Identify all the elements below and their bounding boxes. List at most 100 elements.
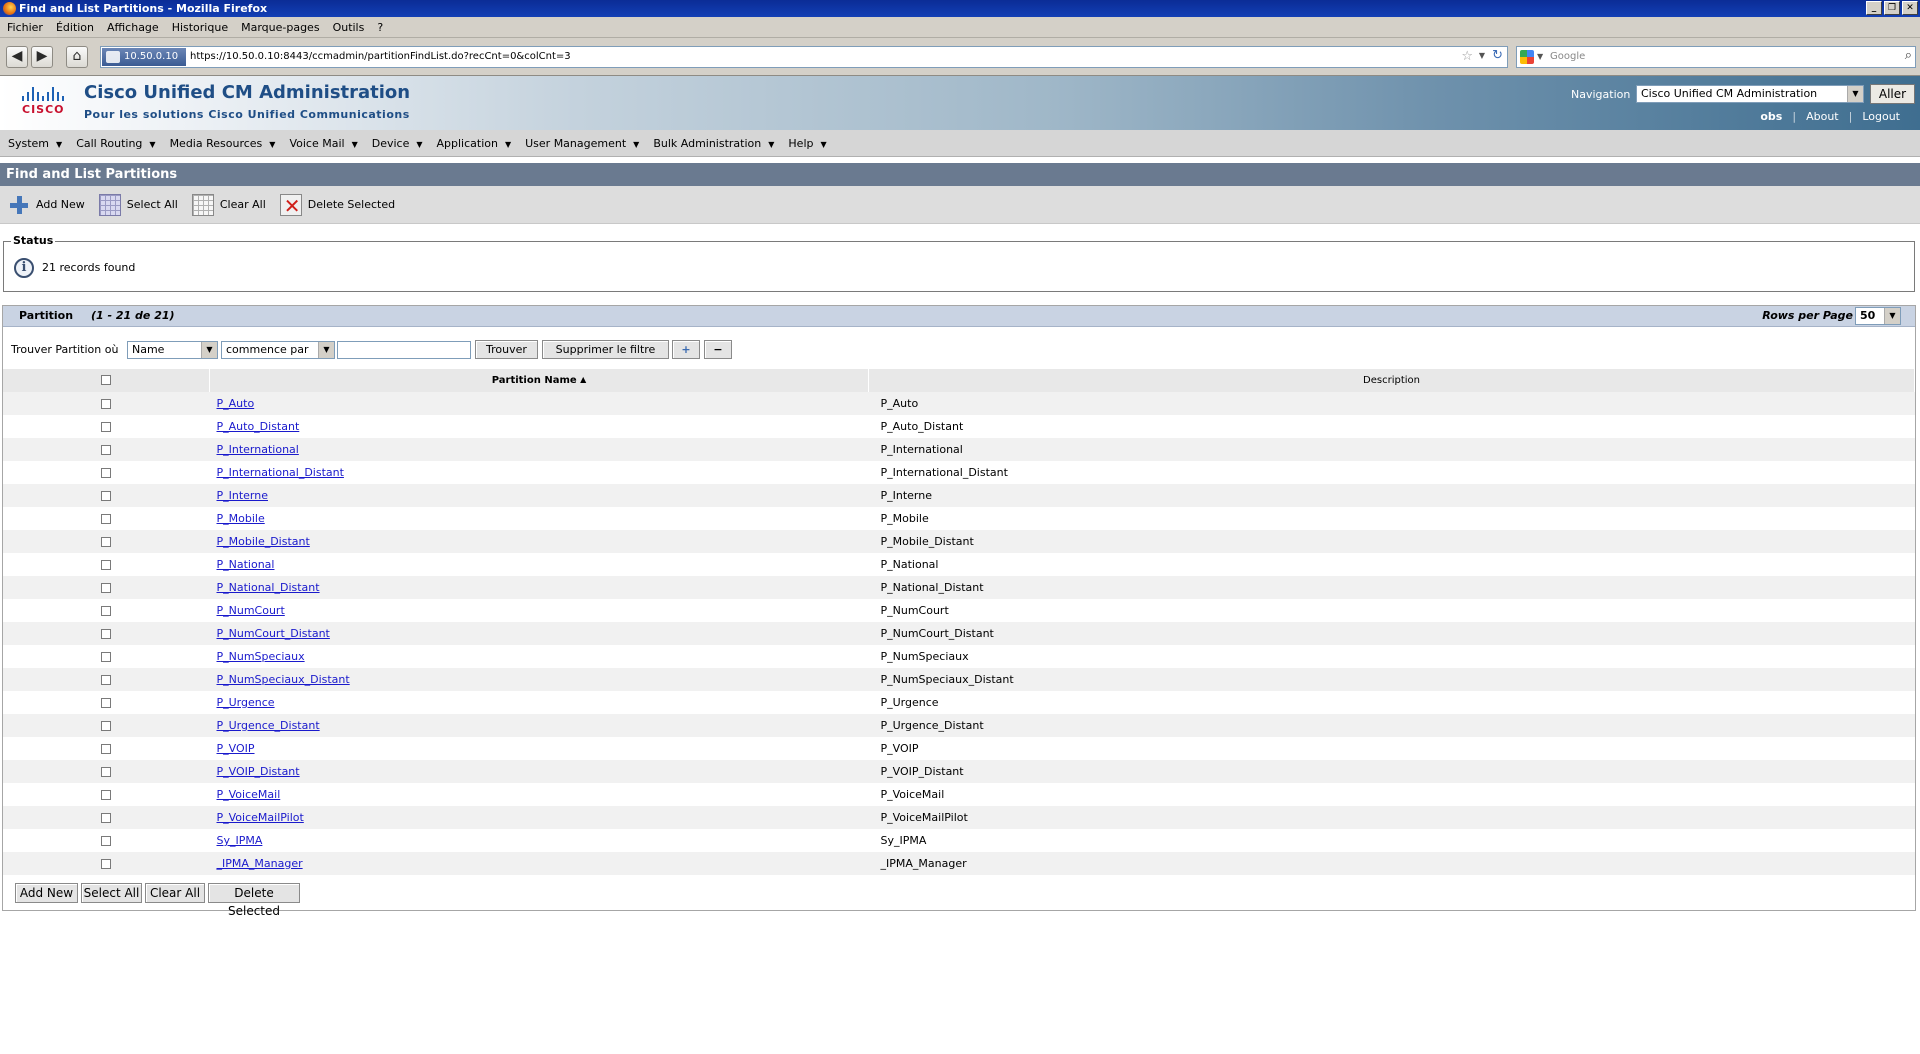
row-checkbox[interactable]	[101, 606, 112, 616]
logout-link[interactable]: Logout	[1852, 110, 1910, 123]
row-checkbox-cell	[3, 783, 210, 806]
menu-historique[interactable]: Historique	[172, 21, 228, 34]
row-checkbox[interactable]	[101, 491, 112, 501]
rows-per-page-select[interactable]: 50 ▼	[1855, 307, 1901, 325]
row-checkbox[interactable]	[101, 744, 112, 754]
row-checkbox[interactable]	[101, 583, 112, 593]
partition-name-link[interactable]: P_International	[217, 443, 299, 456]
partition-name-link[interactable]: P_Auto_Distant	[217, 420, 300, 433]
restore-button[interactable]: ❐	[1884, 1, 1900, 15]
row-checkbox[interactable]	[101, 813, 112, 823]
table-row: _IPMA_Manager _IPMA_Manager	[3, 852, 1915, 875]
partition-name-link[interactable]: P_Urgence	[217, 696, 275, 709]
select-all-bottom-button[interactable]: Select All	[81, 883, 142, 903]
partition-name-link[interactable]: _IPMA_Manager	[217, 857, 303, 870]
clear-filter-button[interactable]: Supprimer le filtre	[542, 340, 669, 359]
menu-system[interactable]: System ▼	[8, 137, 62, 150]
find-button[interactable]: Trouver	[475, 340, 538, 359]
search-input[interactable]: Google	[1550, 47, 1585, 67]
add-new-bottom-button[interactable]: Add New	[15, 883, 78, 903]
partition-name-link[interactable]: P_National	[217, 558, 275, 571]
remove-criteria-button[interactable]: −	[704, 340, 732, 359]
partition-name-link[interactable]: P_NumCourt_Distant	[217, 627, 330, 640]
row-checkbox[interactable]	[101, 836, 112, 846]
row-checkbox[interactable]	[101, 790, 112, 800]
partition-name-link[interactable]: P_Interne	[217, 489, 269, 502]
search-bar[interactable]: ▼ Google ⌕	[1516, 46, 1916, 68]
row-checkbox[interactable]	[101, 767, 112, 777]
row-checkbox[interactable]	[101, 698, 112, 708]
back-arrow-icon[interactable]: ◀	[6, 46, 28, 68]
delete-selected-button[interactable]: Delete Selected	[279, 193, 395, 218]
bookmark-star-icon[interactable]: ☆	[1461, 49, 1473, 64]
row-checkbox[interactable]	[101, 445, 112, 455]
row-checkbox[interactable]	[101, 514, 112, 524]
add-new-button[interactable]: Add New	[8, 194, 85, 216]
add-criteria-button[interactable]: +	[672, 340, 700, 359]
address-bar[interactable]: 10.50.0.10 https://10.50.0.10:8443/ccmad…	[100, 46, 1508, 68]
home-icon[interactable]: ⌂	[66, 46, 88, 68]
about-link[interactable]: About	[1796, 110, 1849, 123]
partition-name-header[interactable]: Partition Name ▲	[209, 369, 869, 392]
partition-name-link[interactable]: P_NumSpeciaux	[217, 650, 305, 663]
clear-all-bottom-button[interactable]: Clear All	[145, 883, 205, 903]
partition-name-link[interactable]: P_VOIP	[217, 742, 255, 755]
row-checkbox[interactable]	[101, 560, 112, 570]
search-magnifier-icon[interactable]: ⌕	[1905, 48, 1912, 63]
reload-icon[interactable]: ↻	[1492, 48, 1503, 63]
menu-fichier[interactable]: Fichier	[7, 21, 43, 34]
menu-call-routing[interactable]: Call Routing ▼	[76, 137, 155, 150]
row-checkbox[interactable]	[101, 422, 112, 432]
close-button[interactable]: ✕	[1902, 1, 1918, 15]
find-field-select[interactable]: Name ▼	[127, 341, 218, 359]
url-dropdown-icon[interactable]: ▼	[1479, 51, 1485, 60]
menu-device[interactable]: Device ▼	[372, 137, 423, 150]
select-all-checkbox[interactable]	[101, 375, 111, 385]
menu-outils[interactable]: Outils	[333, 21, 365, 34]
menu-bulk-administration[interactable]: Bulk Administration ▼	[653, 137, 774, 150]
select-all-button[interactable]: Select All	[98, 193, 178, 216]
partition-name-link[interactable]: P_NumSpeciaux_Distant	[217, 673, 350, 686]
search-engine-dropdown-icon[interactable]: ▼	[1537, 52, 1543, 61]
menu-help[interactable]: ?	[377, 21, 383, 34]
row-checkbox[interactable]	[101, 399, 112, 409]
delete-selected-bottom-button[interactable]: Delete Selected	[208, 883, 300, 918]
menu-user-management[interactable]: User Management ▼	[525, 137, 639, 150]
navigation-select[interactable]: Cisco Unified CM Administration ▼	[1636, 85, 1864, 103]
partition-name-link[interactable]: P_National_Distant	[217, 581, 320, 594]
menu-marque-pages[interactable]: Marque-pages	[241, 21, 319, 34]
partition-name-link[interactable]: P_Auto	[217, 397, 255, 410]
menu-help[interactable]: Help ▼	[788, 137, 826, 150]
partition-name-link[interactable]: P_VoiceMail	[217, 788, 281, 801]
menu-edition[interactable]: Édition	[56, 21, 94, 34]
row-checkbox[interactable]	[101, 629, 112, 639]
partition-name-link[interactable]: P_Urgence_Distant	[217, 719, 320, 732]
find-operator-select[interactable]: commence par ▼	[221, 341, 335, 359]
row-checkbox[interactable]	[101, 675, 112, 685]
minimize-button[interactable]: _	[1866, 1, 1882, 15]
row-checkbox[interactable]	[101, 652, 112, 662]
row-checkbox[interactable]	[101, 859, 112, 869]
find-value-input[interactable]	[337, 341, 471, 359]
partition-name-link[interactable]: P_VoiceMailPilot	[217, 811, 304, 824]
menu-media-resources[interactable]: Media Resources ▼	[170, 137, 276, 150]
partition-name-link[interactable]: P_Mobile_Distant	[217, 535, 310, 548]
cisco-logo[interactable]: CISCO	[20, 87, 66, 121]
partition-name-link[interactable]: P_Mobile	[217, 512, 265, 525]
aller-button[interactable]: Aller	[1870, 84, 1915, 104]
row-checkbox[interactable]	[101, 537, 112, 547]
partition-name-link[interactable]: P_NumCourt	[217, 604, 285, 617]
url-text[interactable]: https://10.50.0.10:8443/ccmadmin/partiti…	[190, 47, 571, 67]
menu-voice-mail[interactable]: Voice Mail ▼	[289, 137, 357, 150]
clear-all-button[interactable]: Clear All	[191, 193, 266, 216]
site-identity-button[interactable]: 10.50.0.10	[102, 48, 186, 66]
row-checkbox[interactable]	[101, 468, 112, 478]
menu-affichage[interactable]: Affichage	[107, 21, 159, 34]
partition-name-link[interactable]: P_VOIP_Distant	[217, 765, 300, 778]
partition-name-link[interactable]: P_International_Distant	[217, 466, 344, 479]
menu-application[interactable]: Application ▼	[437, 137, 512, 150]
partition-name-link[interactable]: Sy_IPMA	[217, 834, 263, 847]
row-checkbox[interactable]	[101, 721, 112, 731]
forward-arrow-icon[interactable]: ▶	[31, 46, 53, 68]
google-icon[interactable]	[1520, 50, 1534, 64]
